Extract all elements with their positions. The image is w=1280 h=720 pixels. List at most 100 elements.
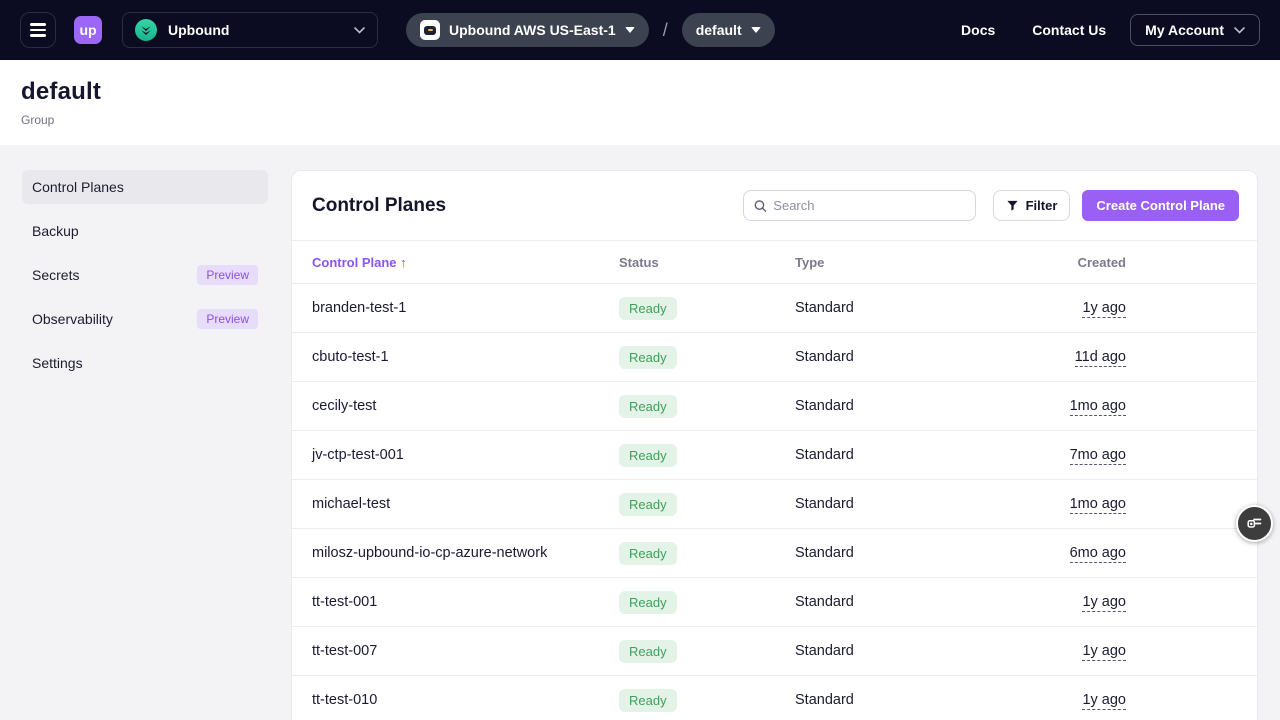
cell-type: Standard: [795, 447, 997, 463]
table-row[interactable]: tt-test-007Ready Standard 1y ago: [292, 627, 1257, 676]
cell-type: Standard: [795, 545, 997, 561]
cell-status: Ready: [619, 346, 795, 369]
content-area: Control Planes Backup SecretsPreview Observ…: [0, 145, 1280, 720]
cell-created: 1mo ago: [997, 398, 1257, 414]
filter-funnel-icon: [1006, 199, 1019, 212]
hamburger-icon: [30, 23, 46, 26]
cell-created: 11d ago: [997, 349, 1257, 365]
table-row[interactable]: tt-test-010ReadyStandard 1y ago: [292, 676, 1257, 720]
sidebar-item-observability[interactable]: ObservabilityPreview: [22, 302, 268, 336]
cell-type: Standard: [795, 349, 997, 365]
hamburger-menu-button[interactable]: [20, 12, 56, 48]
page-title: default: [21, 78, 1259, 106]
my-account-label: My Account: [1145, 22, 1224, 38]
sidebar-item-backup[interactable]: Backup: [22, 214, 268, 248]
cell-control-plane-name: branden-test-1: [312, 300, 619, 316]
filter-button[interactable]: Filter: [993, 190, 1071, 221]
table-row[interactable]: milosz-upbound-io-cp-azure-networkReady S…: [292, 529, 1257, 578]
organization-selector[interactable]: Upbound: [122, 12, 378, 48]
cell-type: Standard: [795, 398, 997, 414]
column-header-created[interactable]: Created: [997, 255, 1257, 270]
cell-control-plane-name: cbuto-test-1: [312, 349, 619, 365]
cell-created: 7mo ago: [997, 447, 1257, 463]
control-plane-selector[interactable]: Upbound AWS US-East-1: [406, 13, 649, 47]
cell-status: Ready: [619, 689, 795, 712]
table-row[interactable]: jv-ctp-test-001ReadyStandard7mo ago: [292, 431, 1257, 480]
created-relative-time[interactable]: 11d ago: [1075, 349, 1126, 367]
cell-control-plane-name: michael-test: [312, 496, 619, 512]
control-plane-selector-label: Upbound AWS US-East-1: [449, 22, 616, 38]
cell-status: Ready: [619, 591, 795, 614]
sidebar-navigation: Control Planes Backup SecretsPreview Observ…: [22, 170, 268, 390]
chevron-down-icon: [1234, 27, 1245, 34]
sidebar-item-label: Settings: [32, 355, 83, 371]
breadcrumb-separator: /: [663, 20, 668, 41]
status-badge: Ready: [619, 395, 677, 418]
cell-type: Standard: [795, 692, 997, 708]
cell-type: Standard: [795, 594, 997, 610]
chevron-down-icon: [354, 27, 365, 34]
column-header-type[interactable]: Type: [795, 255, 997, 270]
cell-status: Ready: [619, 493, 795, 516]
search-box[interactable]: [743, 190, 976, 221]
organization-avatar-icon: [135, 19, 157, 41]
cell-status: Ready: [619, 395, 795, 418]
organization-name: Upbound: [168, 22, 354, 38]
sidebar-item-secrets[interactable]: SecretsPreview: [22, 258, 268, 292]
status-badge: Ready: [619, 640, 677, 663]
preview-badge: Preview: [197, 309, 258, 329]
my-account-button[interactable]: My Account: [1130, 14, 1260, 46]
table-row[interactable]: branden-test-1ReadyStandard1y ago: [292, 284, 1257, 333]
group-selector[interactable]: default: [682, 13, 775, 47]
control-plane-icon: [420, 20, 440, 40]
cell-created: 6mo ago: [997, 545, 1257, 561]
created-relative-time[interactable]: 1y ago: [1082, 692, 1126, 710]
created-relative-time[interactable]: 6mo ago: [1070, 545, 1126, 563]
sidebar-item-settings[interactable]: Settings: [22, 346, 268, 380]
cell-created: 1y ago: [997, 643, 1257, 659]
cell-control-plane-name: milosz-upbound-io-cp-azure-network: [312, 545, 619, 561]
cell-status: Ready: [619, 444, 795, 467]
column-header-control-plane[interactable]: Control Plane ↑: [312, 255, 619, 270]
cell-type: Standard: [795, 643, 997, 659]
contact-us-link[interactable]: Contact Us: [1032, 22, 1106, 38]
docs-link[interactable]: Docs: [961, 22, 995, 38]
upbound-logo[interactable]: up: [74, 16, 102, 44]
created-relative-time[interactable]: 1y ago: [1082, 300, 1126, 318]
cell-control-plane-name: tt-test-010: [312, 692, 619, 708]
column-header-status[interactable]: Status: [619, 255, 795, 270]
caret-down-icon: [751, 27, 761, 33]
create-control-plane-button[interactable]: Create Control Plane: [1082, 190, 1239, 221]
table-row[interactable]: tt-test-001Ready Standard 1y ago: [292, 578, 1257, 627]
created-relative-time[interactable]: 1mo ago: [1070, 496, 1126, 514]
cell-created: 1y ago: [997, 692, 1257, 708]
top-navigation-bar: up Upbound Upbound AWS US-East-1 / defau…: [0, 0, 1280, 60]
status-badge: Ready: [619, 542, 677, 565]
created-relative-time[interactable]: 1mo ago: [1070, 398, 1126, 416]
status-badge: Ready: [619, 493, 677, 516]
cell-control-plane-name: tt-test-001: [312, 594, 619, 610]
sort-ascending-icon: ↑: [400, 255, 407, 270]
page-header: default Group: [0, 60, 1280, 145]
page-subtitle: Group: [21, 113, 1259, 127]
cell-created: 1mo ago: [997, 496, 1257, 512]
table-row[interactable]: michael-testReady Standard 1mo ago: [292, 480, 1257, 529]
status-badge: Ready: [619, 591, 677, 614]
control-planes-card: Control Planes Filter Create Control Pla…: [291, 170, 1258, 720]
card-title: Control Planes: [312, 195, 743, 217]
table-row[interactable]: cecily-testReady Standard 1mo ago: [292, 382, 1257, 431]
cell-control-plane-name: cecily-test: [312, 398, 619, 414]
created-relative-time[interactable]: 1y ago: [1082, 594, 1126, 612]
changelog-icon: [1246, 515, 1263, 532]
search-input[interactable]: [773, 198, 964, 213]
sidebar-item-label: Control Planes: [32, 179, 124, 195]
table-row[interactable]: cbuto-test-1ReadyStandard 11d ago: [292, 333, 1257, 382]
sidebar-item-control-planes[interactable]: Control Planes: [22, 170, 268, 204]
feedback-widget-button[interactable]: [1236, 505, 1273, 542]
created-relative-time[interactable]: 7mo ago: [1070, 447, 1126, 465]
created-relative-time[interactable]: 1y ago: [1082, 643, 1126, 661]
cell-control-plane-name: tt-test-007: [312, 643, 619, 659]
cell-type: Standard: [795, 496, 997, 512]
search-icon: [754, 199, 767, 213]
sidebar-item-label: Backup: [32, 223, 79, 239]
